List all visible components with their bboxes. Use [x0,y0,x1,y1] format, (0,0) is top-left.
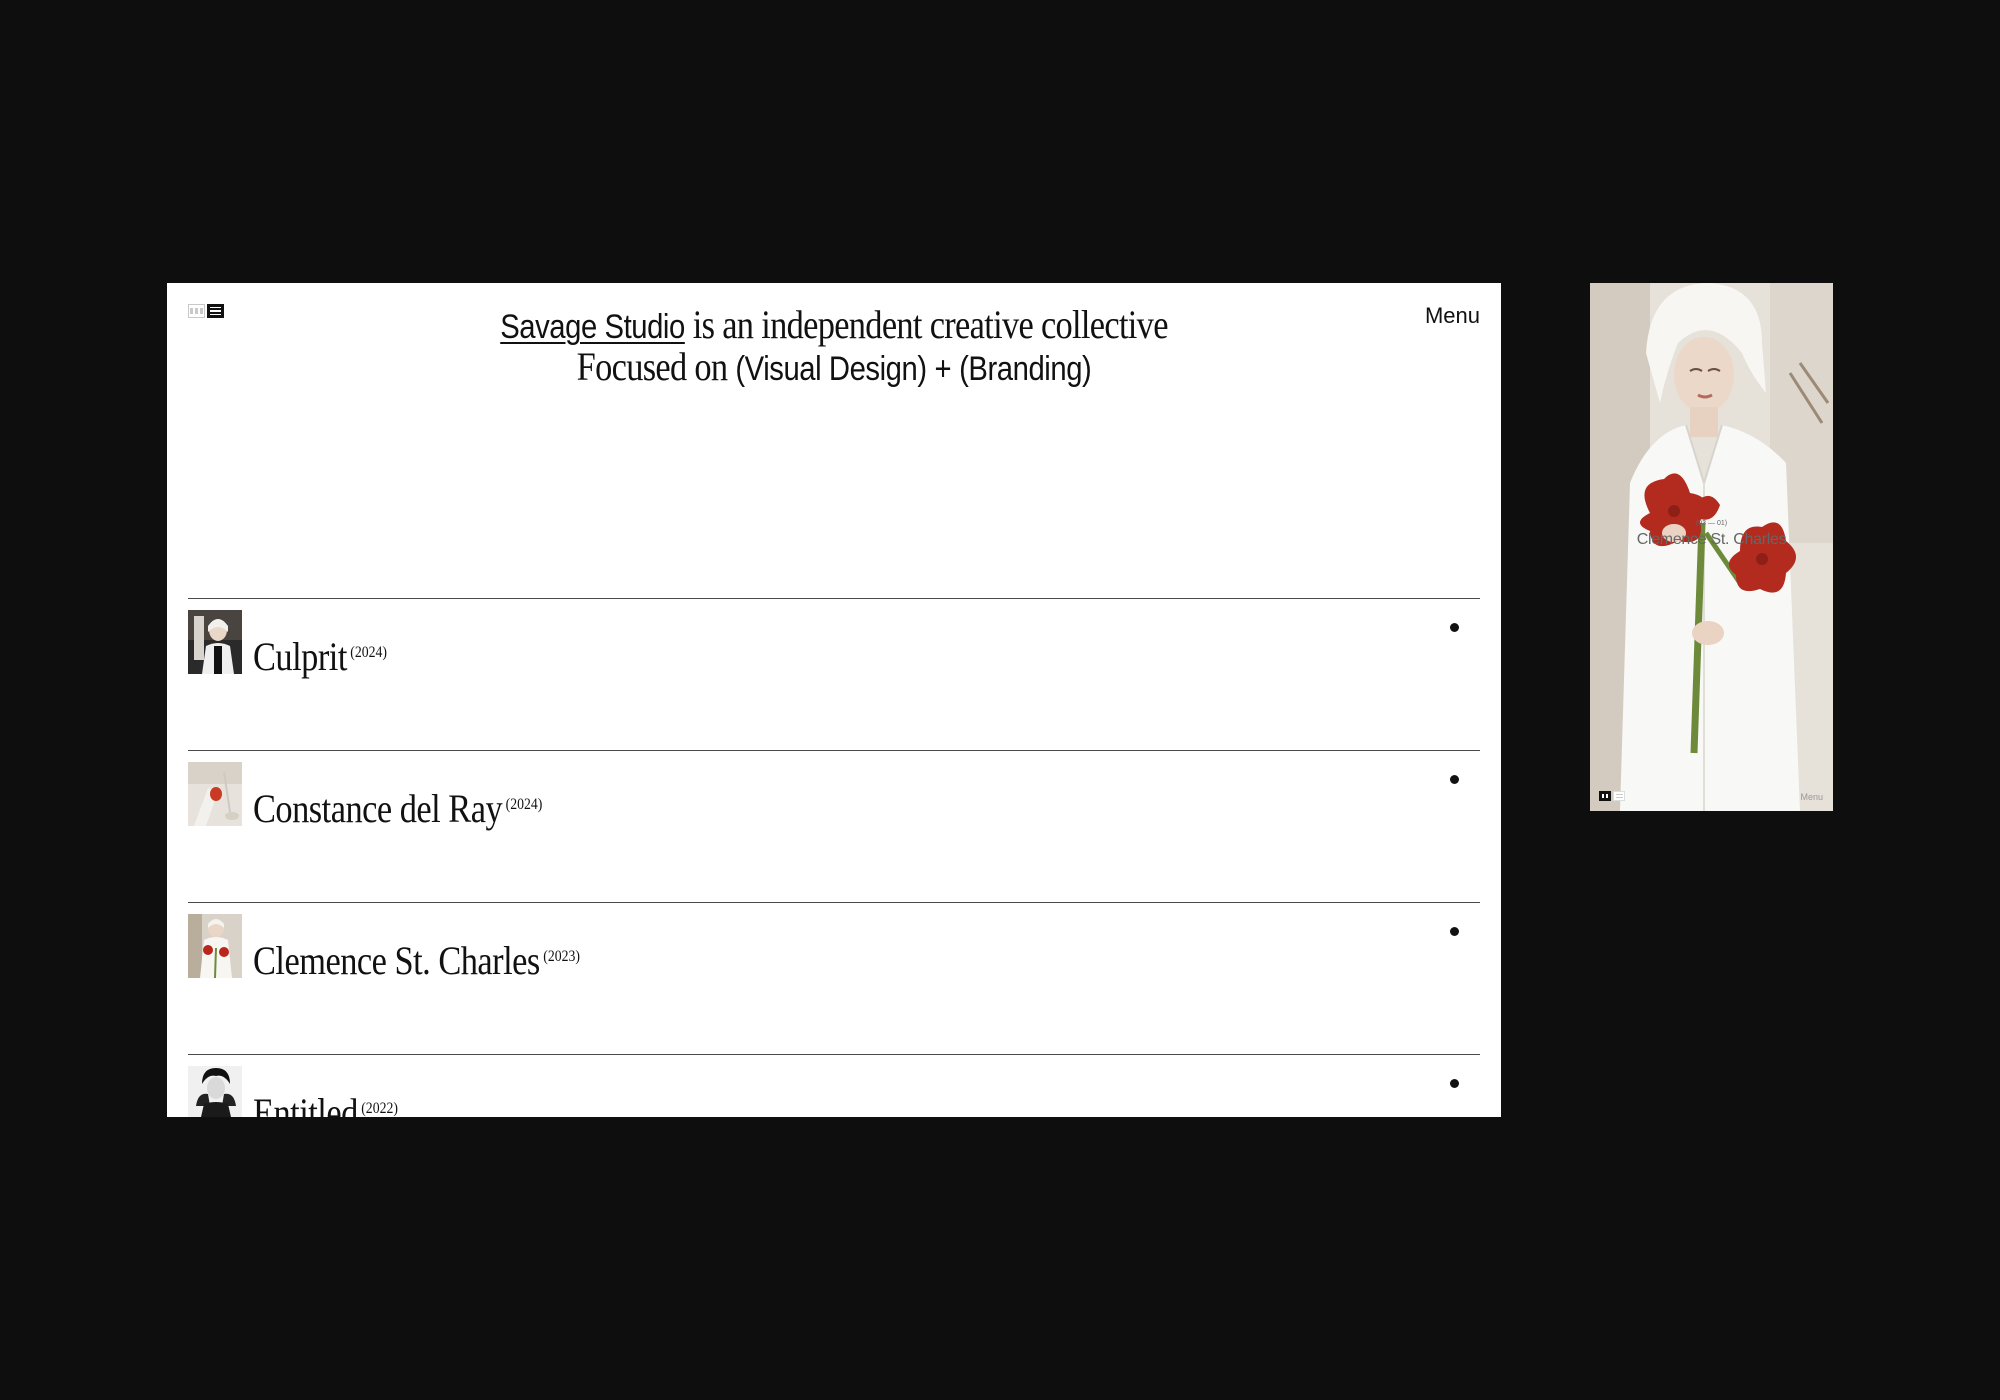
grid-view-icon[interactable] [1599,791,1611,801]
mobile-preview: (03 — 01) Clemence St. Charles Menu [1590,283,1833,811]
project-list: Culprit(2024) Constance del Ray(2024) [188,598,1480,1117]
focus-visual-design: (Visual Design) [735,350,927,388]
project-name: Constance del Ray [253,786,503,831]
project-year: (2024) [505,796,543,813]
headline-line-1: Savage Studio is an independent creative… [260,305,1407,347]
desktop-preview: Savage Studio is an independent creative… [167,283,1501,1117]
project-thumbnail-constance-del-ray [188,762,242,826]
studio-link[interactable]: Savage Studio [500,308,685,346]
project-title: Clemence St. Charles (2023) [253,941,580,981]
project-row-culprit[interactable]: Culprit (2024) [188,598,1480,750]
grid-view-icon[interactable] [188,304,205,318]
list-view-icon[interactable] [1613,791,1625,801]
bullet-dot-icon [1450,623,1459,632]
project-row-entitled[interactable]: Entitled (2022) [188,1054,1480,1117]
mobile-menu-button[interactable]: Menu [1800,792,1823,802]
project-row-constance-del-ray[interactable]: Constance del Ray (2024) [188,750,1480,902]
bullet-dot-icon [1450,927,1459,936]
menu-button[interactable]: Menu [1425,303,1480,329]
bullet-dot-icon [1450,1079,1459,1088]
mobile-slide-index: (03 — 01) [1695,520,1728,527]
project-title: Entitled (2022) [253,1090,398,1118]
project-title: Culprit (2024) [253,637,387,677]
headline-line-2: Focused on (Visual Design) + (Branding) [260,347,1407,389]
project-year: (2023) [543,948,580,965]
project-title: Constance del Ray (2024) [253,789,542,829]
project-name: Entitled [253,1090,358,1118]
project-thumbnail-entitled [188,1066,242,1117]
project-name: Culprit [253,634,347,679]
project-row-clemence-st-charles[interactable]: Clemence St. Charles (2023) [188,902,1480,1054]
list-view-icon[interactable] [207,304,224,318]
project-year: (2022) [361,1100,398,1117]
mobile-project-caption: Clemence St. Charles [1636,531,1787,548]
bullet-dot-icon [1450,775,1459,784]
mobile-view-toggle [1599,791,1625,801]
project-year: (2024) [350,644,387,661]
headline-line-1-text: is an independent creative collective [692,302,1169,347]
focus-joiner: + [934,350,952,388]
headline-line-2-prefix: Focused on [576,344,728,389]
project-thumbnail-culprit [188,610,242,674]
focus-branding: (Branding) [959,350,1092,388]
mobile-caption-block: (03 — 01) Clemence St. Charles [1590,520,1833,549]
project-thumbnail-clemence-st-charles [188,914,242,978]
hero-headline: Savage Studio is an independent creative… [260,305,1407,389]
project-name: Clemence St. Charles [253,938,540,983]
view-toggle [188,304,224,318]
